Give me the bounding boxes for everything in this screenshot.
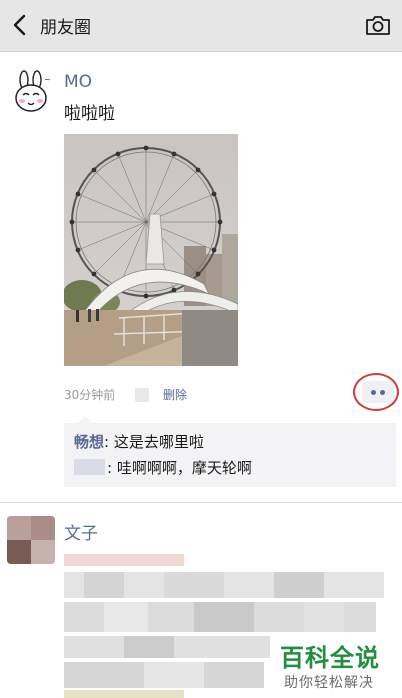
page-title: 朋友圈: [40, 18, 91, 38]
post1-photo[interactable]: [64, 134, 238, 366]
avatar-wenzi[interactable]: [7, 516, 55, 564]
avatar-mo[interactable]: ~: [10, 70, 52, 116]
highlight-circle: [353, 373, 399, 411]
post-divider: [0, 502, 402, 503]
comment-1-user[interactable]: 畅想: [74, 433, 104, 451]
watermark-subtitle: 助你轻松解决: [284, 675, 374, 691]
post1-timestamp: 30分钟前: [64, 388, 116, 402]
comment-2-sep: :: [107, 459, 117, 477]
post1-author[interactable]: MO: [64, 72, 92, 92]
comment-1-text: 这是去哪里啦: [113, 433, 204, 451]
post2-author[interactable]: 文子: [64, 519, 98, 544]
watermark: 百科全说 助你轻松解决: [272, 634, 392, 696]
watermark-title: 百科全说: [280, 644, 380, 672]
comment-2-text: 哇啊啊啊，摩天轮啊: [116, 459, 252, 477]
comment-1-sep: :: [104, 433, 114, 451]
svg-text:~: ~: [44, 75, 51, 84]
post1-text: 啦啦啦: [64, 104, 115, 124]
chevron-left-icon[interactable]: [10, 13, 30, 37]
bunny-avatar-icon: ~: [10, 70, 52, 116]
comments-box: 畅想: 这是去哪里啦 : 哇啊啊啊，摩天轮啊: [64, 416, 396, 487]
camera-icon[interactable]: [365, 14, 391, 36]
comment-1[interactable]: 畅想: 这是去哪里啦: [74, 431, 204, 452]
blurred-username: [74, 459, 105, 475]
privacy-icon: [135, 388, 149, 402]
comment-2[interactable]: : 哇啊啊啊，摩天轮啊: [74, 457, 252, 478]
delete-link[interactable]: 删除: [163, 386, 187, 403]
ferris-wheel-image: [64, 134, 238, 366]
top-nav-bar: 朋友圈: [0, 0, 402, 52]
